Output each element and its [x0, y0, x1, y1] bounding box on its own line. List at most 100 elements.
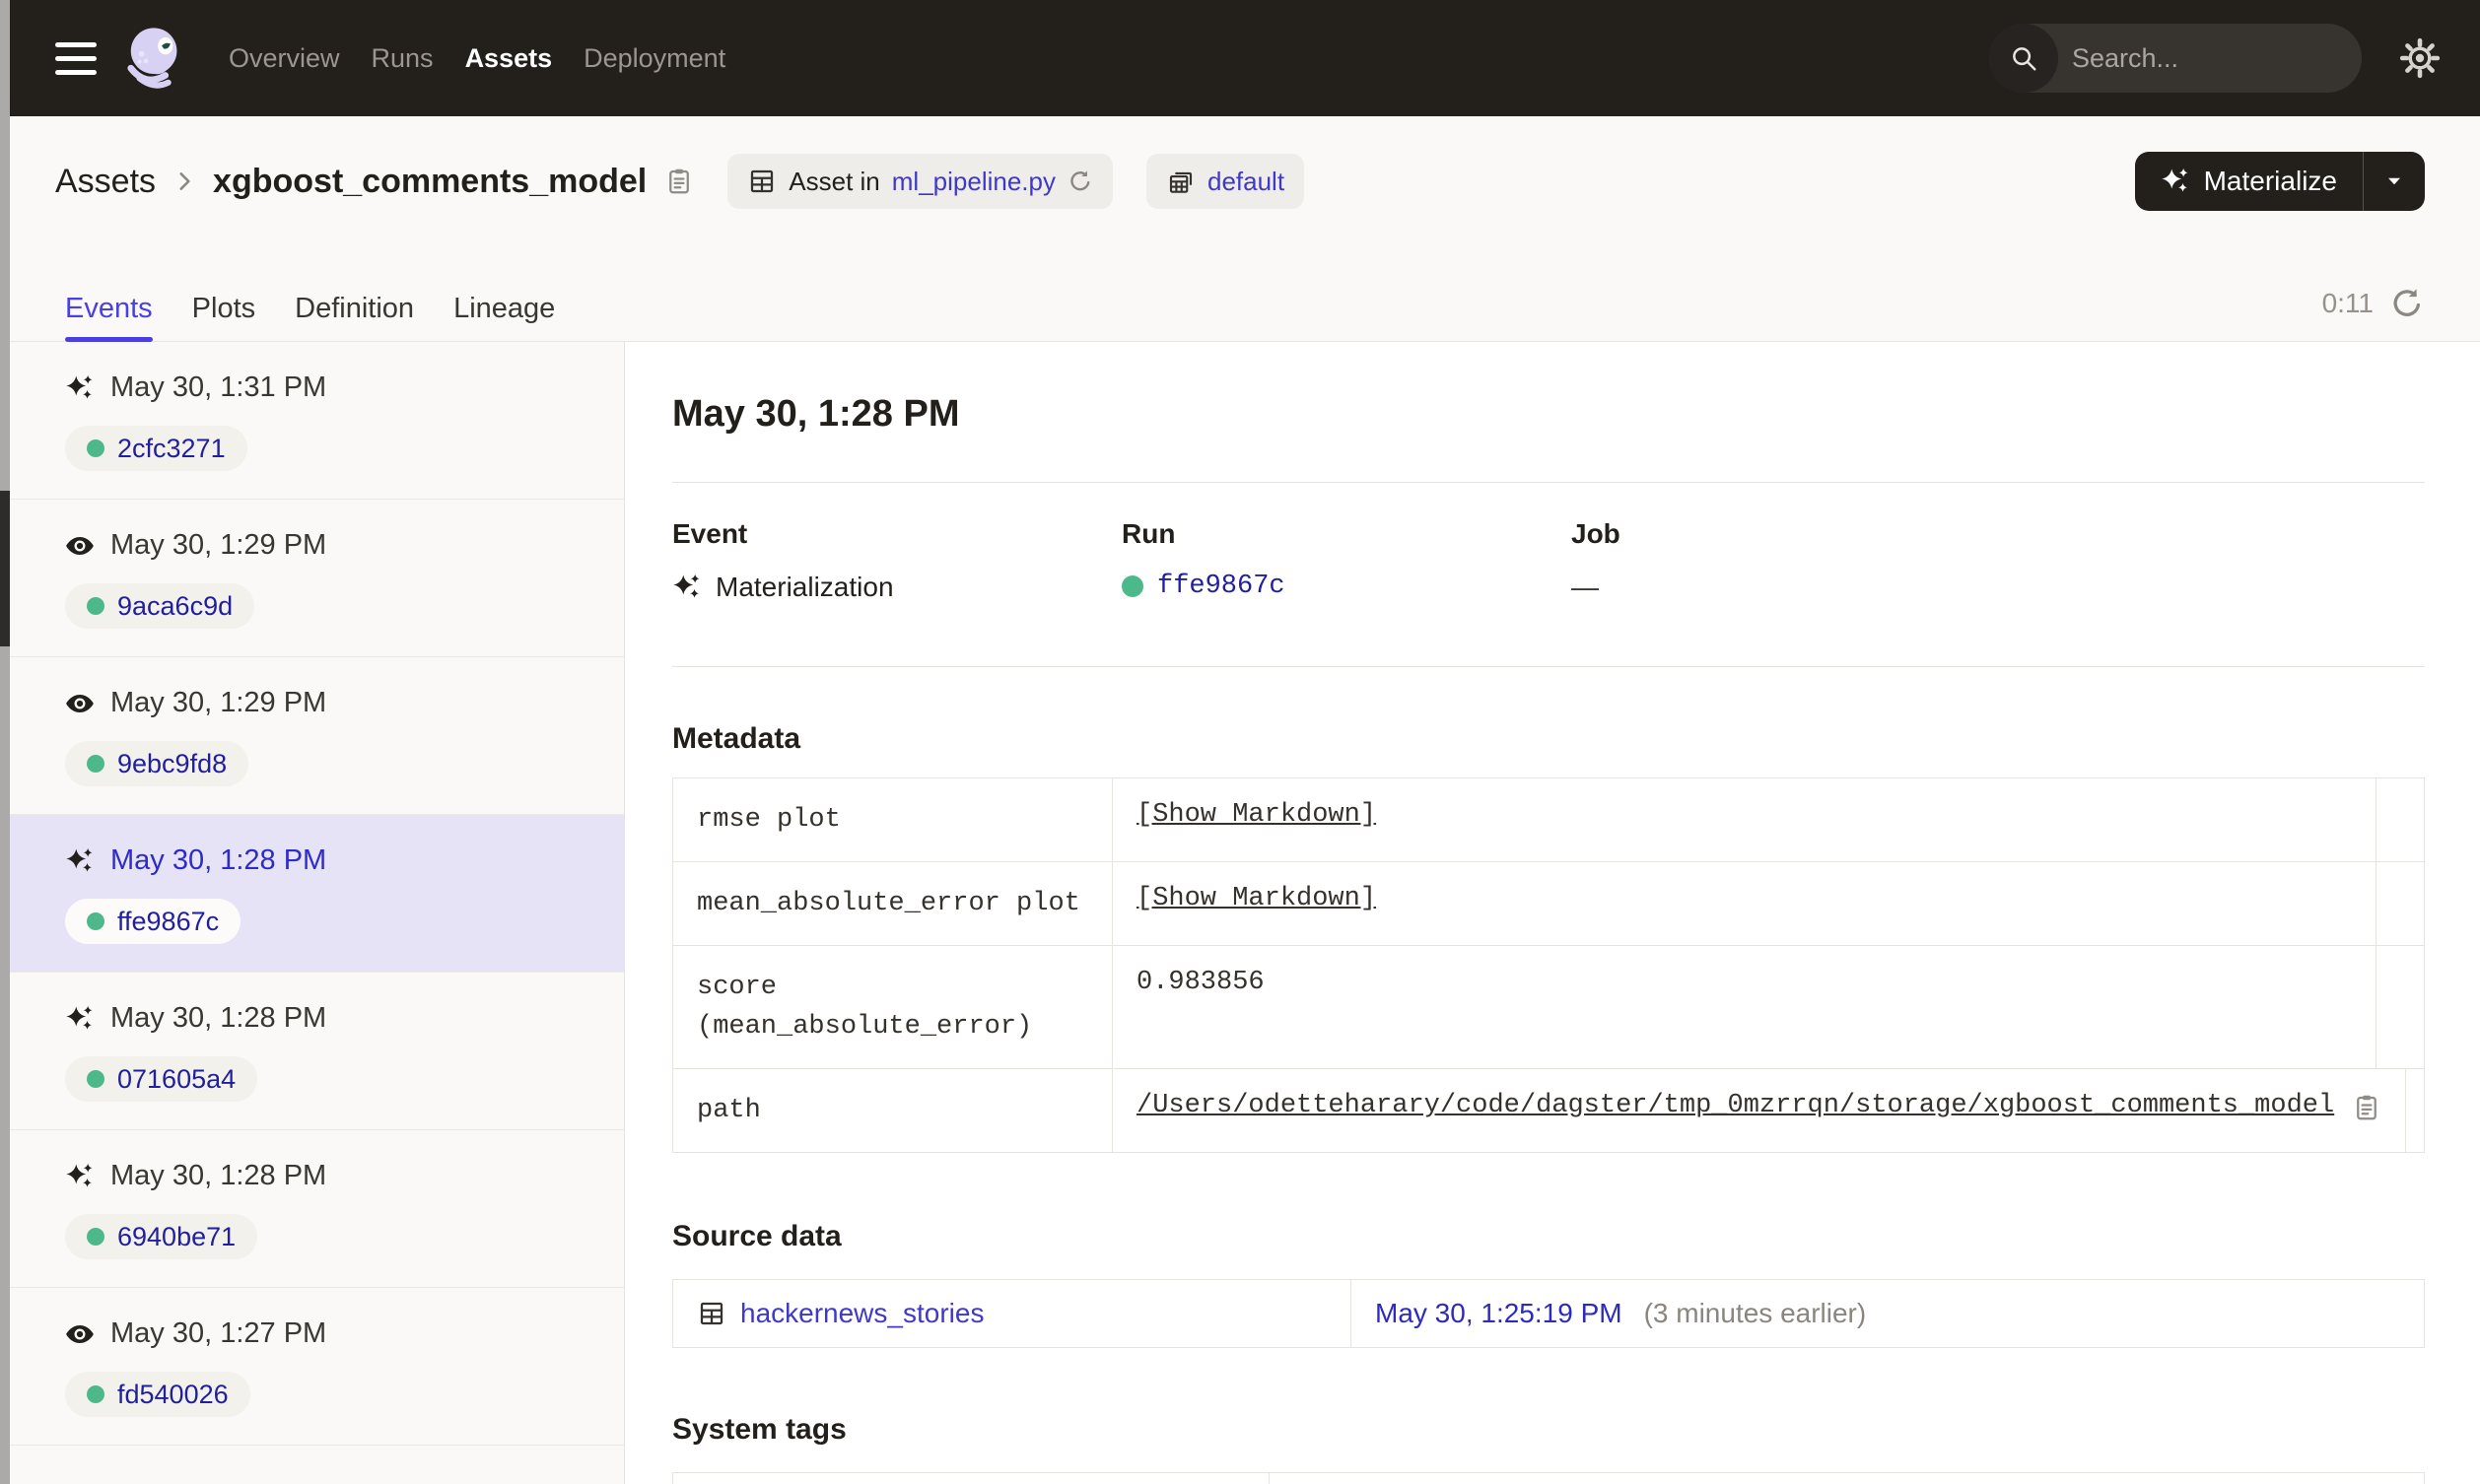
- search-input[interactable]: [2058, 42, 2362, 74]
- code-location-badge: default: [1145, 154, 1305, 209]
- asset-name-title: xgboost_comments_model: [213, 162, 648, 200]
- event-detail-panel: May 30, 1:28 PM Event Materialization Ru…: [625, 342, 2480, 1484]
- metadata-row: score (mean_absolute_error) 0.983856: [673, 945, 2424, 1068]
- run-status-dot: [87, 597, 104, 615]
- copy-path-icon[interactable]: [2352, 1093, 2381, 1122]
- metadata-key: score (mean_absolute_error): [673, 946, 1113, 1068]
- event-timestamp: May 30, 1:28 PM: [110, 1160, 327, 1191]
- tab-definition[interactable]: Definition: [295, 293, 414, 341]
- pipeline-file-link[interactable]: ml_pipeline.py: [892, 167, 1056, 197]
- desktop-edge-patch: [0, 491, 10, 646]
- source-timestamp-link[interactable]: May 30, 1:25:19 PM: [1375, 1298, 1622, 1329]
- system-tag-key: code_version: [673, 1473, 1270, 1484]
- settings-gear-icon[interactable]: [2399, 37, 2441, 79]
- run-pill[interactable]: ffe9867c: [65, 899, 241, 944]
- event-timestamp: May 30, 1:29 PM: [110, 687, 327, 718]
- event-timestamp: May 30, 1:28 PM: [110, 1002, 327, 1034]
- page-header: Assets xgboost_comments_model Asset in m…: [10, 116, 2480, 246]
- run-pill[interactable]: 071605a4: [65, 1056, 258, 1102]
- system-tag-value: ffe9867c-ec9c-4f06-939c-f8dc830c0962: [1270, 1473, 2424, 1484]
- run-pill[interactable]: fd540026: [65, 1372, 250, 1417]
- reload-location-icon[interactable]: [1068, 169, 1093, 194]
- run-pill[interactable]: 9aca6c9d: [65, 583, 255, 629]
- job-label: Job: [1571, 518, 1620, 549]
- nav-runs[interactable]: Runs: [372, 43, 434, 74]
- metadata-row: path /Users/odetteharary/code/dagster/tm…: [673, 1068, 2424, 1152]
- dagster-logo[interactable]: [122, 24, 191, 93]
- event-list-item-selected[interactable]: May 30, 1:28 PM ffe9867c: [10, 815, 624, 973]
- run-id-link: 2cfc3271: [117, 433, 226, 463]
- run-status-dot: [87, 755, 104, 773]
- observation-icon: [65, 531, 95, 561]
- event-list-item[interactable]: May 30, 1:31 PM 2cfc3271: [10, 342, 624, 500]
- run-status-dot: [87, 1070, 104, 1088]
- observation-icon: [65, 689, 95, 718]
- source-data-heading: Source data: [672, 1220, 842, 1252]
- tab-plots[interactable]: Plots: [192, 293, 255, 341]
- run-label: Run: [1122, 518, 1176, 549]
- tab-events[interactable]: Events: [65, 293, 153, 342]
- event-list-item[interactable]: May 30, 1:29 PM 9aca6c9d: [10, 500, 624, 657]
- primary-nav: Overview Runs Assets Deployment: [229, 43, 725, 74]
- run-id-link[interactable]: ffe9867c: [1157, 572, 1285, 601]
- observation-icon: [65, 1319, 95, 1349]
- run-status-dot: [1122, 575, 1143, 597]
- run-pill[interactable]: 9ebc9fd8: [65, 741, 249, 786]
- nav-assets[interactable]: Assets: [465, 43, 553, 74]
- metadata-table: rmse plot [Show Markdown] mean_absolute_…: [672, 777, 2425, 1153]
- asset-table-icon: [697, 1299, 726, 1328]
- event-overview: Event Materialization Run ffe9867c Job —: [672, 518, 2425, 603]
- run-id-link: 071605a4: [117, 1063, 237, 1094]
- run-id-link: ffe9867c: [117, 906, 220, 936]
- path-link[interactable]: /Users/odetteharary/code/dagster/tmp_0mz…: [1137, 1091, 2334, 1120]
- metadata-value: 0.983856: [1137, 968, 1265, 997]
- source-data-table: hackernews_stories May 30, 1:25:19 PM (3…: [672, 1279, 2425, 1348]
- show-markdown-link[interactable]: [Show Markdown]: [1137, 884, 1376, 913]
- metadata-key: mean_absolute_error plot: [673, 862, 1113, 945]
- event-detail-title: May 30, 1:28 PM: [672, 393, 960, 435]
- divider: [672, 482, 2425, 483]
- source-relative-time: (3 minutes earlier): [1643, 1298, 1867, 1328]
- copy-asset-name-icon[interactable]: [664, 167, 694, 196]
- desktop-edge: [0, 0, 10, 1484]
- show-markdown-link[interactable]: [Show Markdown]: [1137, 800, 1376, 830]
- code-location-link[interactable]: default: [1207, 167, 1284, 197]
- refresh-icon[interactable]: [2389, 286, 2425, 321]
- materialize-dropdown-button[interactable]: [2364, 152, 2425, 211]
- search-box[interactable]: /: [1989, 24, 2362, 93]
- metadata-row: mean_absolute_error plot [Show Markdown]: [673, 861, 2424, 945]
- job-value: —: [1571, 572, 1599, 602]
- nav-deployment[interactable]: Deployment: [584, 43, 725, 74]
- materialize-split-button: Materialize: [2134, 152, 2425, 211]
- metadata-row: rmse plot [Show Markdown]: [673, 778, 2424, 861]
- app-window: Overview Runs Assets Deployment / Assets…: [0, 0, 2480, 1484]
- materialize-button[interactable]: Materialize: [2135, 152, 2363, 211]
- metadata-key: rmse plot: [673, 778, 1113, 861]
- tab-lineage[interactable]: Lineage: [453, 293, 555, 341]
- run-pill[interactable]: 6940be71: [65, 1214, 258, 1259]
- event-list-item[interactable]: May 30, 1:29 PM 9ebc9fd8: [10, 657, 624, 815]
- asset-table-icon: [747, 167, 777, 196]
- breadcrumb-assets-link[interactable]: Assets: [55, 163, 156, 201]
- chevron-right-icon: [172, 169, 197, 194]
- metadata-key: path: [673, 1069, 1113, 1152]
- materialization-icon: [65, 1162, 95, 1191]
- menu-icon[interactable]: [55, 41, 97, 75]
- event-list-item[interactable]: May 30, 1:28 PM 6940be71: [10, 1130, 624, 1288]
- nav-overview[interactable]: Overview: [229, 43, 340, 74]
- run-status-dot: [87, 912, 104, 930]
- refresh-countdown: 0:11: [2321, 288, 2374, 318]
- system-tag-row: code_version ffe9867c-ec9c-4f06-939c-f8d…: [673, 1473, 2424, 1484]
- asset-tabs: Events Plots Definition Lineage 0:11: [10, 246, 2480, 342]
- event-list-item[interactable]: May 30, 1:27 PM fd540026: [10, 1288, 624, 1446]
- event-type-value: Materialization: [716, 572, 894, 602]
- event-list: May 30, 1:31 PM 2cfc3271 May 30, 1:29 PM: [10, 342, 625, 1484]
- code-location-icon: [1166, 167, 1196, 196]
- materialize-label: Materialize: [2203, 166, 2337, 196]
- run-pill[interactable]: 2cfc3271: [65, 426, 247, 471]
- event-list-item[interactable]: May 30, 1:28 PM 071605a4: [10, 973, 624, 1130]
- materialization-icon: [65, 373, 95, 403]
- top-nav: Overview Runs Assets Deployment /: [10, 0, 2480, 116]
- divider: [672, 666, 2425, 667]
- source-asset-link[interactable]: hackernews_stories: [740, 1298, 984, 1329]
